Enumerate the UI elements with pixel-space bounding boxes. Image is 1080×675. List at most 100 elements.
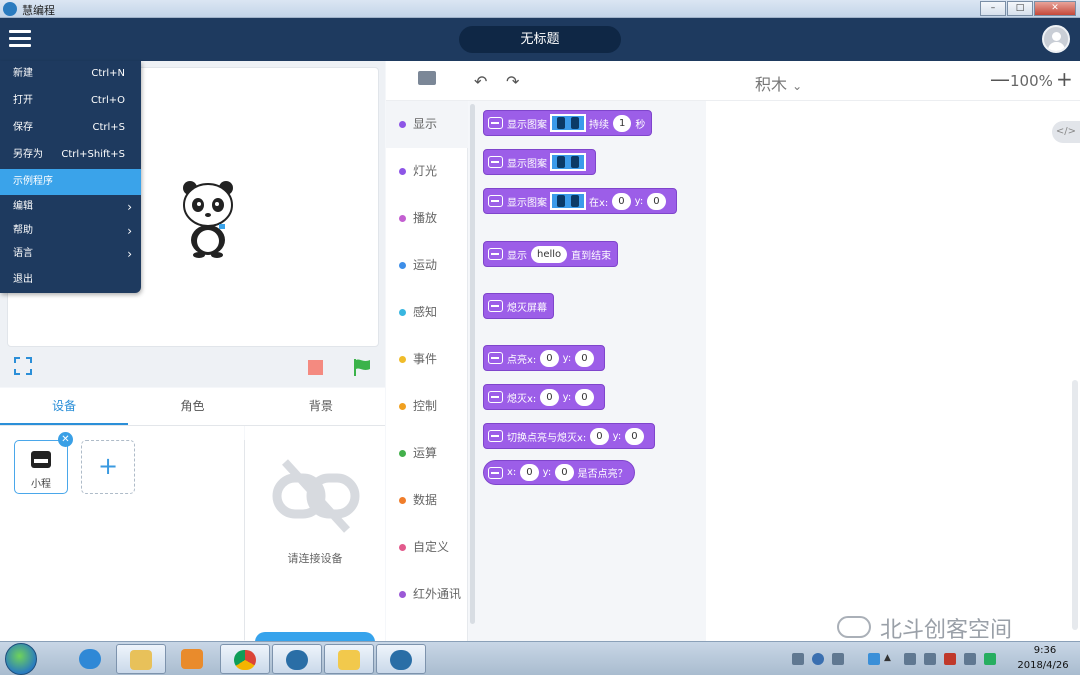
taskbar-ie[interactable] <box>66 644 116 674</box>
mode-select[interactable]: 积木 ⌄ <box>755 71 802 95</box>
block-light-off-xy[interactable]: 熄灭x: 0 y: 0 <box>483 384 605 410</box>
block-toggle-light-xy[interactable]: 切换点亮与熄灭x: 0 y: 0 <box>483 423 655 449</box>
text-input[interactable]: hello <box>531 245 568 263</box>
device-icon <box>31 451 51 468</box>
code-view-toggle[interactable]: </> <box>1052 121 1080 143</box>
block-show-pattern-at-xy[interactable]: 显示图案 在x: 0 y: 0 <box>483 188 677 214</box>
category-operators[interactable]: 运算 <box>386 430 468 477</box>
panda-sprite[interactable] <box>178 178 238 258</box>
y-input[interactable]: 0 <box>647 192 666 210</box>
menu-item-save[interactable]: 保存 Ctrl+S <box>0 115 141 141</box>
taskbar-wechat[interactable] <box>324 644 374 674</box>
taskbar-explorer[interactable] <box>116 644 166 674</box>
stop-icon[interactable] <box>308 360 323 375</box>
menu-item-open[interactable]: 打开 Ctrl+O <box>0 88 141 114</box>
y-input[interactable]: 0 <box>625 427 644 445</box>
workspace-scrollbar[interactable] <box>1072 380 1078 630</box>
category-control[interactable]: 控制 <box>386 383 468 430</box>
robot-block-icon <box>488 300 503 312</box>
network-icon[interactable] <box>924 653 936 665</box>
block-text: 显示图案 <box>507 119 547 131</box>
y-input[interactable]: 0 <box>555 464 574 481</box>
taskbar-mblock[interactable] <box>272 644 322 674</box>
category-infrared[interactable]: 红外通讯 <box>386 571 468 618</box>
help-icon[interactable] <box>812 653 824 665</box>
duration-input[interactable]: 1 <box>613 114 632 132</box>
y-input[interactable]: 0 <box>575 349 594 367</box>
tab-devices[interactable]: 设备 <box>0 388 129 425</box>
pattern-picker[interactable] <box>550 192 586 210</box>
category-motion[interactable]: 运动 <box>386 242 468 289</box>
taskbar-media[interactable] <box>168 644 218 674</box>
media-player-icon <box>181 649 203 669</box>
pattern-picker[interactable] <box>550 153 586 171</box>
x-input[interactable]: 0 <box>540 349 559 367</box>
close-button[interactable]: ✕ <box>1034 1 1076 16</box>
tray-app-icon[interactable] <box>832 653 844 665</box>
menu-item-language[interactable]: 语言 › <box>0 241 141 267</box>
zoom-in-button[interactable]: + <box>1056 67 1073 91</box>
project-title[interactable]: 无标题 <box>459 26 621 53</box>
security-icon[interactable] <box>984 653 996 665</box>
start-button[interactable] <box>5 643 37 675</box>
device-robot-icon[interactable] <box>418 71 436 85</box>
block-text: 熄灭x: <box>507 393 537 405</box>
pattern-picker[interactable] <box>550 114 586 132</box>
tab-sprites[interactable]: 角色 <box>128 388 256 425</box>
block-show-text-until-done[interactable]: 显示 hello 直到结束 <box>483 241 619 267</box>
antivirus-icon[interactable] <box>944 653 956 665</box>
block-show-pattern[interactable]: 显示图案 <box>483 149 596 175</box>
tab-backgrounds[interactable]: 背景 <box>257 388 385 425</box>
taskbar-chrome[interactable] <box>220 644 270 674</box>
flag-icon[interactable] <box>904 653 916 665</box>
category-events[interactable]: 事件 <box>386 336 468 383</box>
taskbar-mblock-2[interactable] <box>376 644 426 674</box>
category-sound[interactable]: 播放 <box>386 195 468 242</box>
maximize-button[interactable]: □ <box>1007 1 1033 16</box>
menu-item-examples[interactable]: 示例程序 <box>0 169 141 195</box>
block-text: 切换点亮与熄灭x: <box>507 432 587 444</box>
undo-icon[interactable]: ↶ <box>474 72 487 91</box>
add-device-button[interactable]: + <box>81 440 135 494</box>
block-show-pattern-for-secs[interactable]: 显示图案 持续 1 秒 <box>483 110 653 136</box>
category-sensing[interactable]: 感知 <box>386 289 468 336</box>
menu-shortcut: Ctrl+Shift+S <box>61 149 125 160</box>
category-custom[interactable]: 自定义 <box>386 524 468 571</box>
y-input[interactable]: 0 <box>575 388 594 406</box>
tray-app-icon[interactable] <box>868 653 880 665</box>
x-input[interactable]: 0 <box>590 427 609 445</box>
volume-icon[interactable] <box>964 653 976 665</box>
menu-shortcut: Ctrl+O <box>90 95 125 106</box>
device-card[interactable]: 小程 <box>14 440 68 494</box>
user-avatar-icon[interactable] <box>1042 25 1070 53</box>
connect-panel: 请连接设备 <box>245 426 385 652</box>
menu-item-edit[interactable]: 编辑 › <box>0 194 141 220</box>
keyboard-icon[interactable] <box>792 653 804 665</box>
x-input[interactable]: 0 <box>612 192 631 210</box>
device-name: 小程 <box>31 479 51 490</box>
block-clear-screen[interactable]: 熄灭屏幕 <box>483 293 554 319</box>
script-workspace[interactable]: </> <box>706 101 1080 641</box>
menu-item-save-as[interactable]: 另存为 Ctrl+Shift+S <box>0 142 141 168</box>
menu-item-new[interactable]: 新建 Ctrl+N <box>0 61 141 87</box>
category-data[interactable]: 数据 <box>386 477 468 524</box>
zoom-out-button[interactable]: — <box>990 67 1010 91</box>
minimize-button[interactable]: – <box>980 1 1006 16</box>
block-is-lit-xy[interactable]: x: 0 y: 0 是否点亮？ <box>483 460 635 485</box>
green-flag-icon[interactable] <box>352 357 372 377</box>
palette-scrollbar[interactable] <box>470 104 475 624</box>
chevron-up-icon[interactable]: ▲ <box>884 653 896 665</box>
block-light-on-xy[interactable]: 点亮x: 0 y: 0 <box>483 345 605 371</box>
window-title: 慧编程 <box>22 4 55 17</box>
x-input[interactable]: 0 <box>520 464 539 481</box>
fullscreen-icon[interactable] <box>14 357 32 375</box>
menu-icon[interactable] <box>9 30 31 48</box>
remove-device-icon[interactable]: ✕ <box>58 432 73 447</box>
category-display[interactable]: 显示 <box>386 101 468 148</box>
x-input[interactable]: 0 <box>540 388 559 406</box>
menu-item-exit[interactable]: 退出 <box>0 267 141 293</box>
category-lights[interactable]: 灯光 <box>386 148 468 195</box>
chevron-right-icon: › <box>127 247 132 261</box>
redo-icon[interactable]: ↷ <box>506 72 519 91</box>
system-tray: ▲ <box>788 646 1008 672</box>
